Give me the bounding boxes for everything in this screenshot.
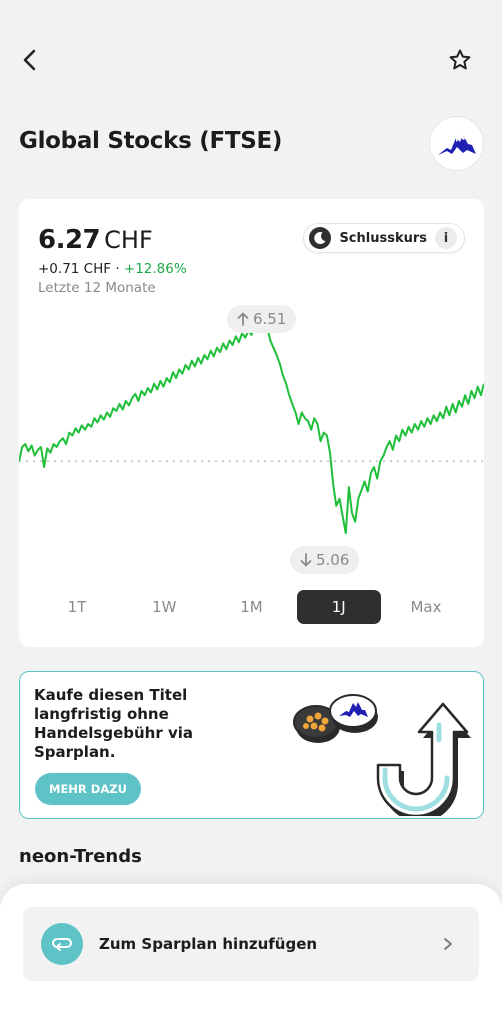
change-separator: · [115,261,120,277]
trends-section-title: neon-Trends [19,846,142,867]
high-value: 6.51 [253,310,287,328]
quote-summary: 6.27 CHF +0.71 CHF · +12.86% Letzte 12 Mo… [38,225,187,296]
moon-icon [309,227,332,249]
chevron-left-icon [23,49,36,71]
asset-logo [429,116,484,171]
info-icon[interactable]: i [435,227,457,249]
top-bar [0,40,502,80]
mountain-logo-icon [437,134,476,155]
range-1w-button[interactable]: 1W [122,590,206,624]
repeat-arrow-icon [41,923,83,965]
bottom-action-sheet: Zum Sparplan hinzufügen [0,884,502,1024]
change-percent: +12.86% [123,261,187,277]
close-price-toggle[interactable]: Schlusskurs i [303,223,465,253]
price-currency: CHF [104,226,153,254]
promo-text: Kaufe diesen Titel langfristig ohne Hand… [34,686,194,761]
range-1t-button[interactable]: 1T [35,590,119,624]
coins-and-u-turn-arrow-illustration [293,694,471,816]
price-series-line [19,323,484,535]
add-to-sparplan-label: Zum Sparplan hinzufügen [99,935,318,953]
price-value: 6.27 [38,225,101,255]
page-title: Global Stocks (FTSE) [19,128,283,154]
price-chart-card: 6.27 CHF +0.71 CHF · +12.86% Letzte 12 Mo… [19,199,484,647]
range-1m-button[interactable]: 1M [210,590,294,624]
back-button[interactable] [14,42,46,78]
chevron-right-icon [444,938,452,950]
asset-header: Global Stocks (FTSE) [19,116,484,172]
star-outline-icon [449,49,471,70]
sparplan-promo-card[interactable]: Kaufe diesen Titel langfristig ohne Hand… [19,671,484,819]
range-1j-button[interactable]: 1J [296,590,381,624]
low-value: 5.06 [316,551,350,569]
favorite-button[interactable] [444,42,476,78]
time-range-selector: 1T 1W 1M 1J Max [35,590,468,624]
price-line-chart [19,323,484,535]
range-max-button[interactable]: Max [384,590,468,624]
add-to-sparplan-button[interactable]: Zum Sparplan hinzufügen [23,907,479,981]
more-info-button[interactable]: MEHR DAZU [35,773,141,805]
close-toggle-label: Schlusskurs [339,230,427,246]
high-marker: 6.51 [227,305,297,333]
current-price: 6.27 CHF [38,225,187,255]
arrow-up-icon [237,312,249,326]
change-absolute: +0.71 CHF [38,261,112,277]
low-marker: 5.06 [290,546,360,574]
arrow-down-icon [300,553,312,567]
price-change: +0.71 CHF · +12.86% [38,261,187,277]
period-label: Letzte 12 Monate [38,280,156,296]
